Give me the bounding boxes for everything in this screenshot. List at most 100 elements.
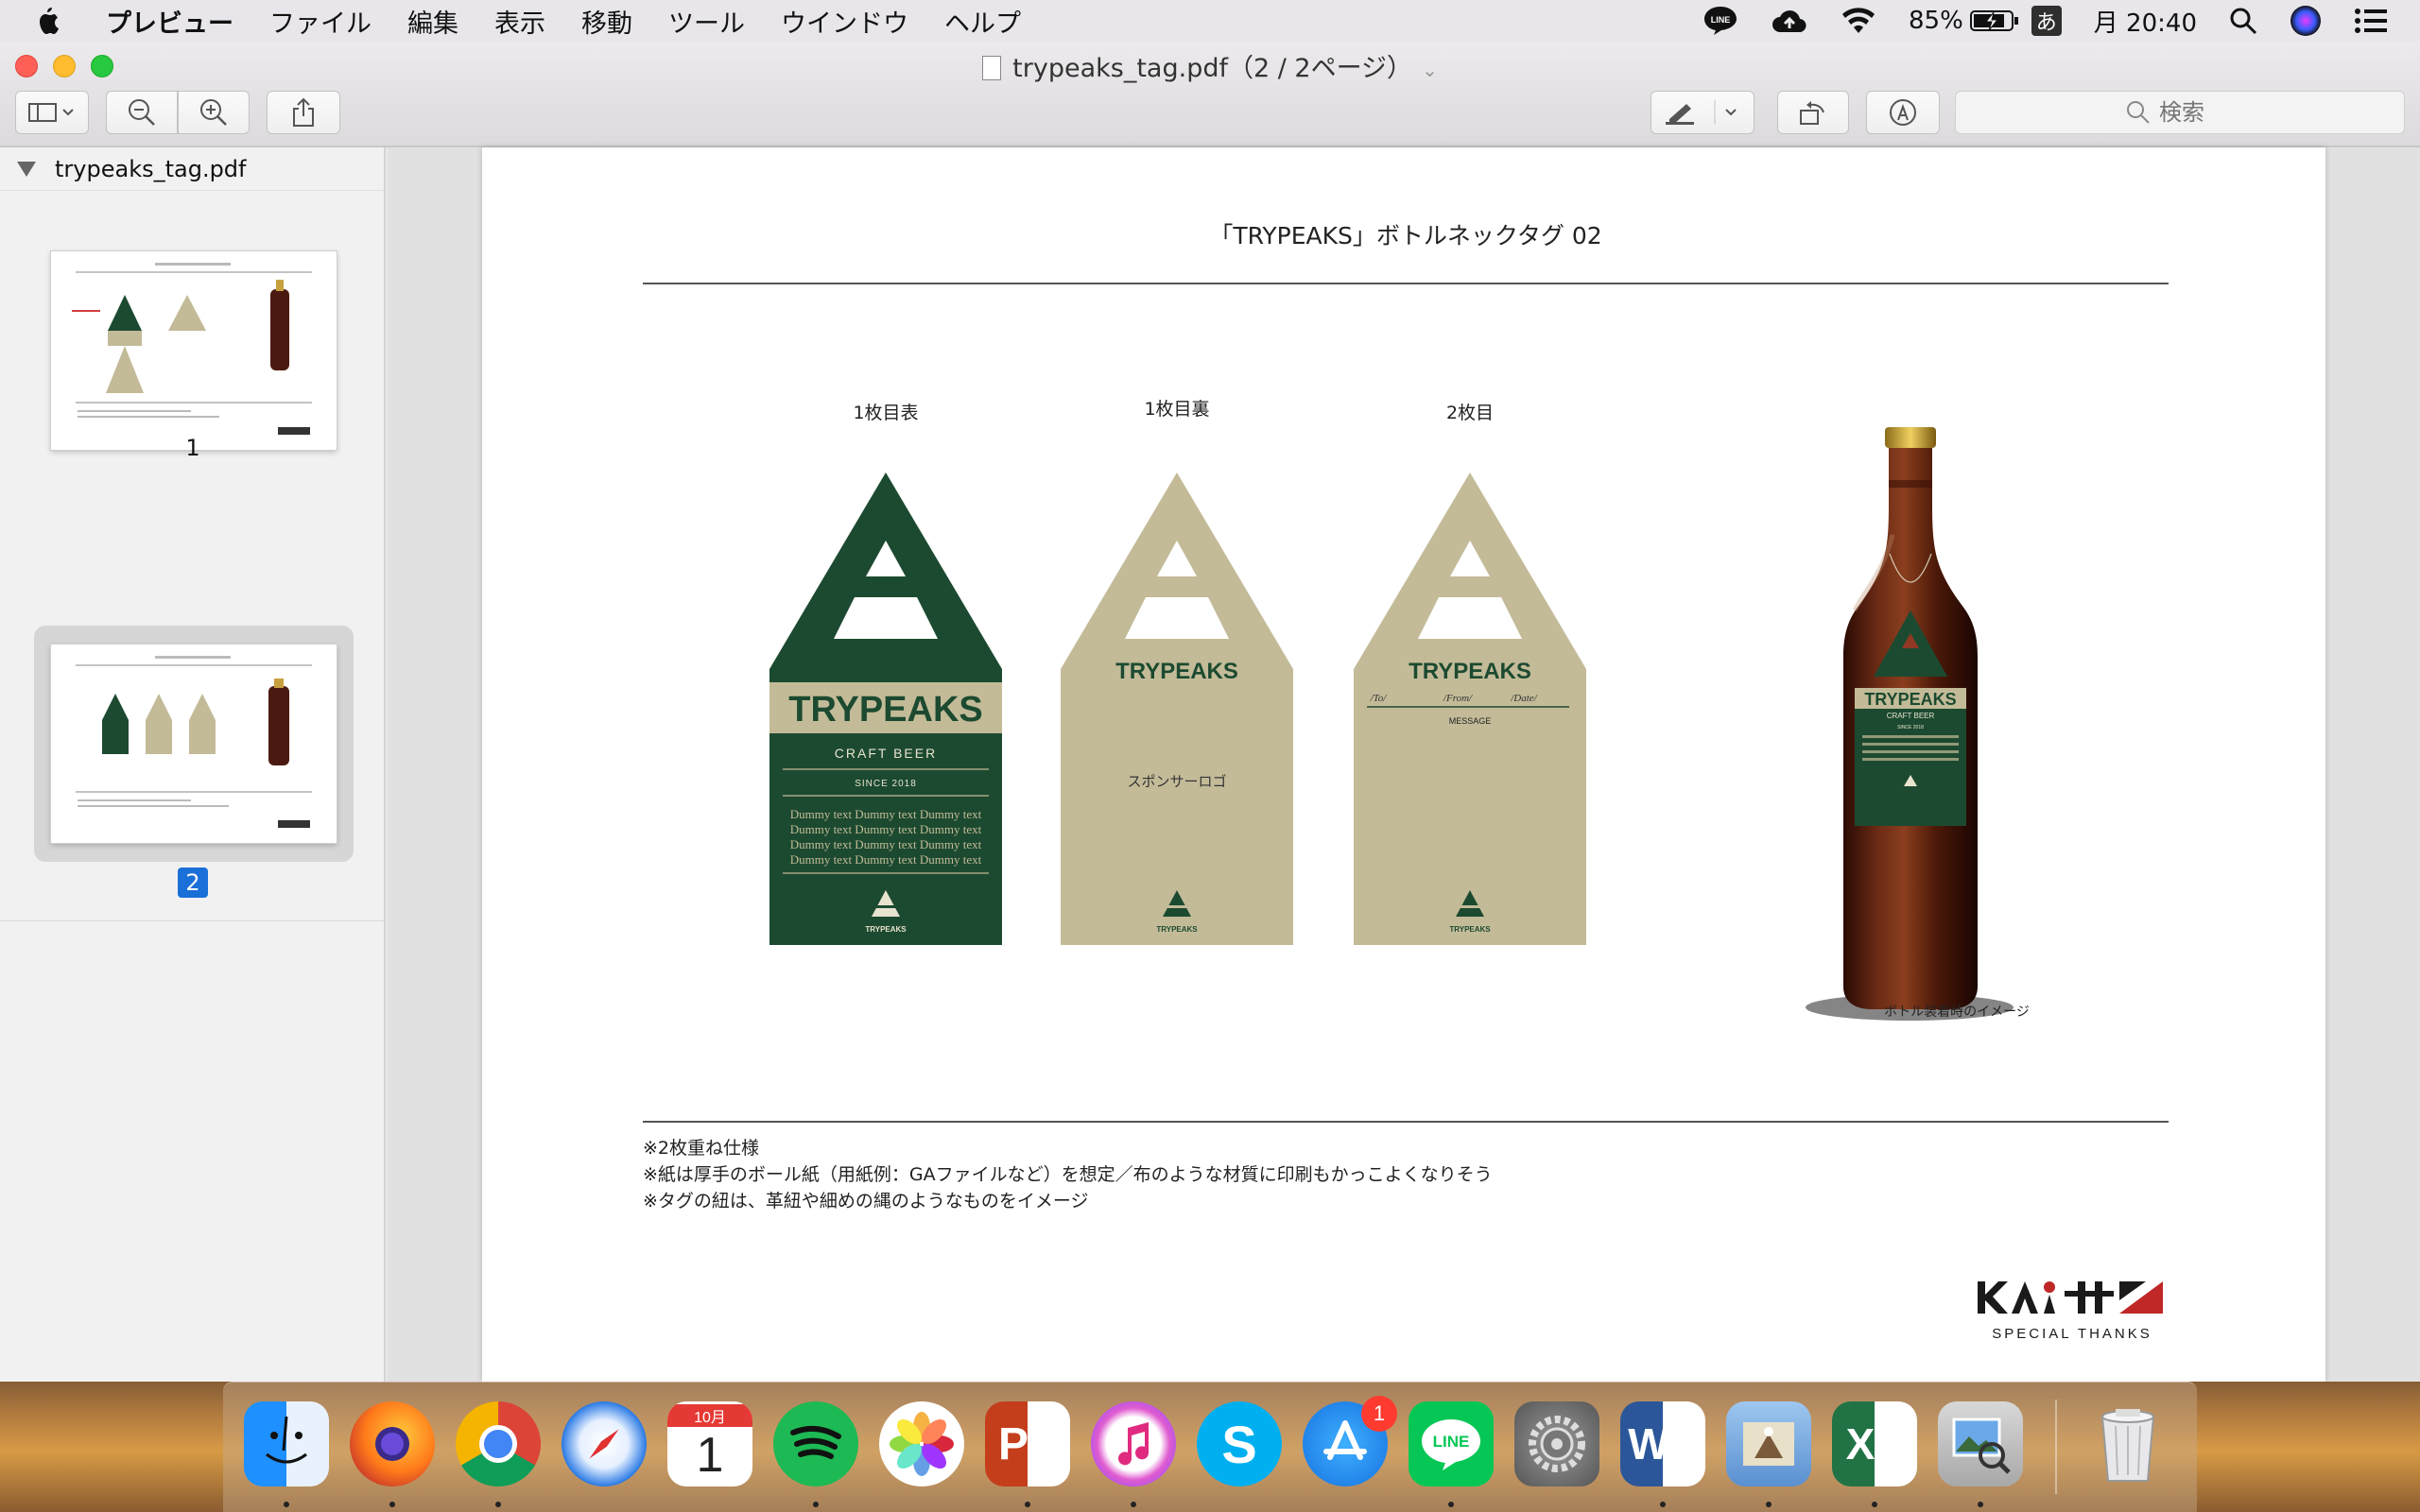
pdf-page: 「TRYPEAKS」ボトルネックタグ 02 1枚目表 1枚目裏 2枚目 TRYP…	[482, 147, 2325, 1382]
dock-itunes-icon[interactable]	[1091, 1401, 1176, 1486]
battery-percent[interactable]: 85%	[1909, 7, 2020, 35]
tag-front-body-line-1: Dummy text Dummy text Dummy text	[790, 807, 982, 821]
sidebar-file-name: trypeaks_tag.pdf	[55, 155, 247, 182]
dock-excel-icon[interactable]: X	[1832, 1401, 1917, 1486]
bottle-caption: ボトル装着時のイメージ	[1884, 1005, 2030, 1020]
tag-front-body-line-2: Dummy text Dummy text Dummy text	[790, 822, 982, 836]
dock-running-indicator	[1978, 1502, 1983, 1507]
search-input[interactable]	[2159, 99, 2235, 126]
tag-front-brand: TRYPEAKS	[788, 690, 983, 730]
calendar-month: 10月	[667, 1404, 752, 1427]
menu-window[interactable]: ウインドウ	[781, 3, 908, 40]
window-title[interactable]: trypeaks_tag.pdf（2 / 2ページ） ⌄	[0, 47, 2420, 84]
dock-photos-icon[interactable]	[879, 1401, 964, 1486]
dock-preview-icon[interactable]	[1938, 1401, 2023, 1486]
tag-message-footer-logo: TRYPEAKS	[1449, 925, 1491, 934]
dock-finder-icon[interactable]	[244, 1401, 329, 1486]
zoom-in-icon	[200, 99, 227, 126]
disclosure-triangle-icon[interactable]	[17, 161, 36, 177]
share-icon	[293, 97, 314, 127]
zoom-out-button[interactable]	[106, 91, 178, 134]
zoom-out-icon	[129, 99, 155, 126]
menu-view[interactable]: 表示	[494, 3, 545, 40]
dock-firefox-icon[interactable]	[350, 1401, 435, 1486]
markup-pen-icon	[1890, 99, 1916, 126]
sidebar-divider	[0, 920, 384, 921]
dock-safari-icon[interactable]	[562, 1401, 647, 1486]
dock-system-preferences-icon[interactable]	[1514, 1401, 1599, 1486]
dock-powerpoint-icon[interactable]: P	[985, 1401, 1070, 1486]
clock[interactable]: 月 20:40	[2094, 4, 2197, 39]
markup-highlight-button[interactable]	[1651, 91, 1754, 134]
tag-front-since: SINCE 2018	[855, 779, 917, 789]
markup-toolbar-button[interactable]	[1866, 91, 1940, 134]
tag-caption-second: 2枚目	[1445, 403, 1495, 423]
dock-trash-icon[interactable]	[2085, 1401, 2170, 1486]
powerpoint-letter-icon: P	[997, 1418, 1028, 1469]
menu-help[interactable]: ヘルプ	[944, 3, 1021, 40]
tag-front-footer-logo: TRYPEAKS	[865, 925, 907, 934]
icloud-upload-icon[interactable]	[1771, 8, 1808, 34]
dock-word-icon[interactable]: W	[1620, 1401, 1705, 1486]
page-thumbnail-1[interactable]	[51, 251, 337, 450]
dock-skype-icon[interactable]: S	[1197, 1401, 1282, 1486]
tag-back-sponsor-placeholder: スポンサーロゴ	[1127, 773, 1226, 790]
dock-app-store-icon[interactable]: 1	[1303, 1396, 1397, 1486]
tag-front-body-line-3: Dummy text Dummy text Dummy text	[790, 837, 982, 851]
current-page-badge: 2	[178, 868, 208, 898]
chevron-down-icon[interactable]: ⌄	[1422, 59, 1438, 81]
calendar-day: 1	[696, 1428, 724, 1483]
dock-chrome-icon[interactable]	[456, 1401, 541, 1486]
tag-message-field-to: /To/	[1370, 693, 1388, 704]
document-view[interactable]: 「TRYPEAKS」ボトルネックタグ 02 1枚目表 1枚目裏 2枚目 TRYP…	[388, 147, 2420, 1382]
tag-message-brand: TRYPEAKS	[1409, 659, 1531, 684]
menu-edit[interactable]: 編集	[407, 3, 458, 40]
dock-running-indicator	[1872, 1502, 1877, 1507]
menu-tools[interactable]: ツール	[668, 3, 745, 40]
notification-center-icon[interactable]	[2354, 8, 2388, 34]
sidebar-document-row[interactable]: trypeaks_tag.pdf	[0, 147, 384, 191]
share-button[interactable]	[267, 91, 340, 134]
dock-line-icon[interactable]: LINE	[1409, 1401, 1494, 1486]
menu-file[interactable]: ファイル	[269, 3, 372, 40]
search-field[interactable]	[1955, 91, 2405, 134]
menu-app-name[interactable]: プレビュー	[106, 3, 233, 40]
tag-front-body-line-4: Dummy text Dummy text Dummy text	[790, 852, 982, 867]
tag-back-illustration: TRYPEAKS スポンサーロゴ TRYPEAKS	[1061, 472, 1293, 945]
dock-calendar-icon[interactable]: 10月 1	[667, 1401, 752, 1486]
special-thanks-label: SPECIAL THANKS	[1992, 1326, 2152, 1342]
dock-spotify-icon[interactable]	[773, 1401, 858, 1486]
input-method[interactable]: あ	[2031, 6, 2062, 36]
line-status-icon[interactable]: LINE	[1703, 5, 1738, 37]
page-thumbnail-2[interactable]	[51, 644, 337, 843]
zoom-in-button[interactable]	[178, 91, 250, 134]
dock-mail-icon[interactable]	[1726, 1401, 1811, 1486]
tag-caption-front: 1枚目表	[853, 403, 919, 423]
page-heading: 「TRYPEAKS」ボトルネックタグ 02	[1209, 222, 1602, 249]
bottle-tag-subtitle: CRAFT BEER	[1887, 712, 1935, 720]
thumbnail-label-2: 2	[0, 868, 386, 898]
tag-caption-back: 1枚目裏	[1144, 399, 1210, 420]
dock-running-indicator	[389, 1502, 395, 1507]
wifi-icon[interactable]	[1841, 7, 1876, 35]
menu-go[interactable]: 移動	[581, 3, 632, 40]
line-status-label: LINE	[1711, 15, 1731, 25]
siri-icon[interactable]	[2290, 5, 2322, 37]
notes-rule	[643, 1121, 2169, 1123]
dock-separator	[2055, 1400, 2057, 1494]
rotate-icon	[1800, 101, 1824, 125]
thumbnail-label-1: 1	[185, 435, 200, 461]
note-line-2: ※紙は厚手のボール紙（用紙例：GAファイルなど）を想定／布のような材質に印刷もか…	[643, 1164, 1493, 1185]
tag-message-illustration: TRYPEAKS /To/ /From/ /Date/ MESSAGE TRYP…	[1354, 472, 1586, 945]
preview-window: trypeaks_tag.pdf（2 / 2ページ） ⌄ 検索 trypeaks…	[0, 42, 2420, 1382]
rotate-button[interactable]	[1777, 91, 1849, 134]
highlighter-icon	[1666, 100, 1737, 125]
dock-running-indicator	[1131, 1502, 1136, 1507]
pdf-document-icon	[982, 56, 1002, 80]
tag-front-illustration: TRYPEAKS CRAFT BEER SINCE 2018 Dummy tex…	[769, 472, 1002, 945]
apple-menu-icon[interactable]	[36, 0, 81, 42]
sidebar-toggle-button[interactable]	[15, 91, 89, 134]
skype-letter-icon: S	[1221, 1414, 1257, 1474]
spotlight-search-icon[interactable]	[2229, 7, 2257, 35]
tag-back-brand: TRYPEAKS	[1115, 659, 1238, 684]
